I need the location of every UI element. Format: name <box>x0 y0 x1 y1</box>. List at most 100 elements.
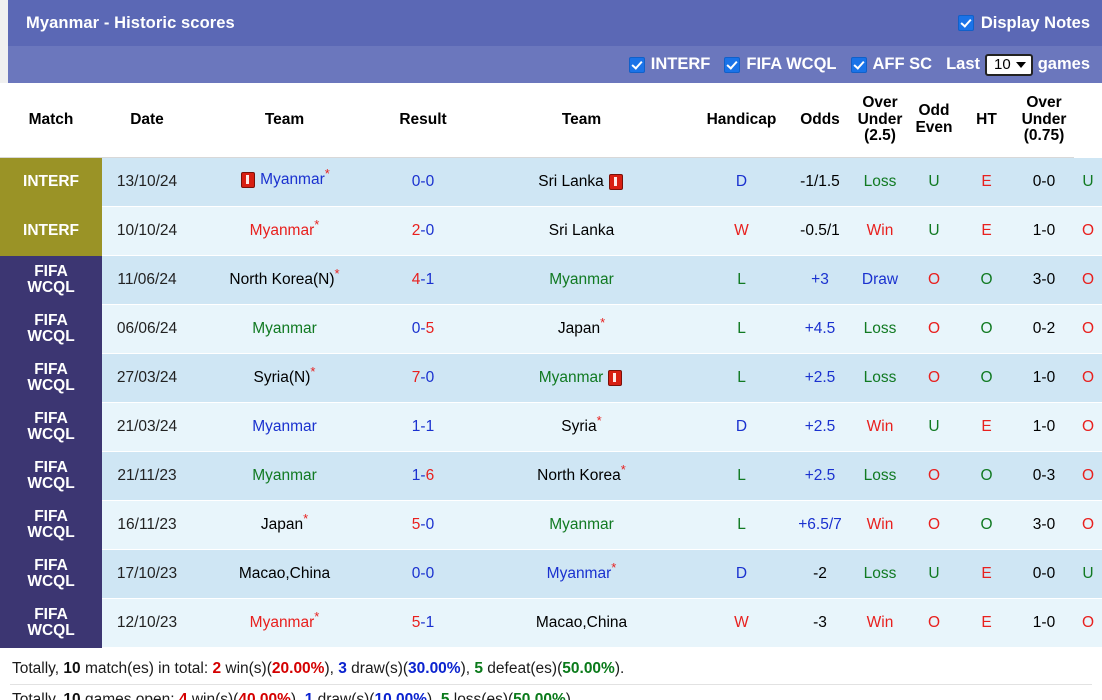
match-date-value: 06/06/24 <box>116 320 178 337</box>
score-away: 0 <box>425 369 435 386</box>
handicap-value: +3 <box>789 255 851 305</box>
home-team-cell[interactable]: Myanmar* <box>192 598 377 648</box>
score-cell[interactable]: 4-1 <box>377 255 469 305</box>
away-team-cell[interactable]: Japan* <box>469 304 694 354</box>
competition-badge-line: FIFA <box>34 262 68 280</box>
competition-badge[interactable]: FIFA WCQL <box>0 598 102 648</box>
away-team-cell[interactable]: Sri Lanka <box>469 206 694 256</box>
odds-result-value: Loss <box>863 467 897 484</box>
table-row[interactable]: INTERF 10/10/24 Myanmar* 2-0 Sri Lanka W -0.5/… <box>0 206 1102 256</box>
asterisk-marker: * <box>620 461 626 477</box>
table-header-row: Match Date Team Result Team Handicap Odd… <box>0 83 1102 158</box>
team-name: Japan* <box>557 314 606 337</box>
over-under-25-value: O <box>927 614 941 631</box>
table-row[interactable]: FIFA WCQL 21/03/24 Myanmar 1-1 Syria* D +2.5 Win… <box>0 402 1102 452</box>
team-name-wrapper: Syria(N)* <box>254 365 316 387</box>
games-count-select[interactable]: 10 <box>985 53 1033 76</box>
table-row[interactable]: FIFA WCQL 21/11/23 Myanmar 1-6 North Korea* L +… <box>0 451 1102 501</box>
filter-aff-sc[interactable]: AFF SC <box>850 55 932 74</box>
competition-badge[interactable]: FIFA WCQL <box>0 353 102 403</box>
away-team-cell[interactable]: Syria* <box>469 402 694 452</box>
odds-result: Win <box>851 598 909 648</box>
competition-badge[interactable]: FIFA WCQL <box>0 402 102 452</box>
match-date: 12/10/23 <box>102 598 192 648</box>
wdl-indicator-value: L <box>737 369 746 386</box>
away-team-cell[interactable]: Myanmar <box>469 500 694 550</box>
score-cell[interactable]: 5-0 <box>377 500 469 550</box>
wdl-indicator: L <box>694 451 789 501</box>
display-notes-toggle[interactable]: Display Notes <box>957 13 1090 33</box>
competition-badge[interactable]: FIFA WCQL <box>0 500 102 550</box>
table-row[interactable]: FIFA WCQL 17/10/23 Macao,China 0-0 Myanmar* D -… <box>0 549 1102 599</box>
table-row[interactable]: FIFA WCQL 27/03/24 Syria(N)* 7-0 Myanmar L +2.5… <box>0 353 1102 403</box>
interf-checkbox[interactable] <box>628 56 645 73</box>
competition-badge-line: FIFA <box>34 360 68 378</box>
table-row[interactable]: INTERF 13/10/24 Myanmar* 0-0 Sri Lanka D -1/1.… <box>0 157 1102 207</box>
over-under-075-value: O <box>1081 320 1095 337</box>
away-team-cell[interactable]: Myanmar <box>469 255 694 305</box>
home-team-cell[interactable]: Macao,China <box>192 549 377 599</box>
match-date: 21/11/23 <box>102 451 192 501</box>
odd-even-value: E <box>981 222 992 239</box>
score-cell[interactable]: 5-1 <box>377 598 469 648</box>
table-row[interactable]: FIFA WCQL 11/06/24 North Korea(N)* 4-1 Myanma… <box>0 255 1102 305</box>
s1-defeat-pct: 50.00% <box>562 660 615 677</box>
s1-t5: draw(s)( <box>346 660 409 677</box>
score-cell[interactable]: 0-0 <box>377 549 469 599</box>
competition-badge[interactable]: INTERF <box>0 157 102 207</box>
score-away: 6 <box>425 467 435 484</box>
table-row[interactable]: FIFA WCQL 16/11/23 Japan* 5-0 Myanmar L +6.5/7 W… <box>0 500 1102 550</box>
table-row[interactable]: FIFA WCQL 12/10/23 Myanmar* 5-1 Macao,China W -… <box>0 598 1102 648</box>
aff-sc-checkbox[interactable] <box>850 56 867 73</box>
competition-badge[interactable]: INTERF <box>0 206 102 256</box>
home-team-cell[interactable]: Syria(N)* <box>192 353 377 403</box>
competition-badge[interactable]: FIFA WCQL <box>0 304 102 354</box>
home-team-cell[interactable]: Myanmar <box>192 402 377 452</box>
team-name: North Korea(N)* <box>229 265 340 288</box>
competition-badge[interactable]: FIFA WCQL <box>0 255 102 305</box>
odds-result-value: Win <box>866 516 894 533</box>
away-team-cell[interactable]: Myanmar* <box>469 549 694 599</box>
display-notes-label: Display Notes <box>980 13 1090 32</box>
s2-t2: games open: <box>80 691 179 700</box>
odds-result-value: Draw <box>861 271 899 288</box>
home-team-cell[interactable]: Myanmar <box>192 451 377 501</box>
away-team-cell[interactable]: Sri Lanka <box>469 157 694 207</box>
over-under-075-value: O <box>1081 614 1095 631</box>
fifa-wcql-checkbox[interactable] <box>724 56 741 73</box>
s1-total: 10 <box>63 660 81 677</box>
over-under-075: O <box>1074 500 1102 550</box>
score-cell[interactable]: 1-6 <box>377 451 469 501</box>
table-row[interactable]: FIFA WCQL 06/06/24 Myanmar 0-5 Japan* L +4.5 Los… <box>0 304 1102 354</box>
home-team-cell[interactable]: Myanmar* <box>192 206 377 256</box>
home-team-cell[interactable]: Myanmar <box>192 304 377 354</box>
team-name: Myanmar <box>252 320 317 337</box>
score-cell[interactable]: 7-0 <box>377 353 469 403</box>
home-team-cell[interactable]: Japan* <box>192 500 377 550</box>
score-cell[interactable]: 0-5 <box>377 304 469 354</box>
odds-result-value: Win <box>866 418 894 435</box>
competition-badge[interactable]: FIFA WCQL <box>0 451 102 501</box>
display-notes-checkbox[interactable] <box>957 15 974 31</box>
over-under-075: O <box>1074 402 1102 452</box>
competition-badge[interactable]: FIFA WCQL <box>0 549 102 599</box>
score-cell[interactable]: 1-1 <box>377 402 469 452</box>
filter-fifa-wcql[interactable]: FIFA WCQL <box>724 55 837 74</box>
odd-even-value: O <box>980 271 993 288</box>
over-under-25-value: O <box>927 320 941 337</box>
score-cell[interactable]: 2-0 <box>377 206 469 256</box>
s2-t6: ), <box>427 691 441 700</box>
over-under-075: U <box>1074 157 1102 207</box>
away-team-cell[interactable]: Myanmar <box>469 353 694 403</box>
half-time-score: 1-0 <box>1014 402 1074 452</box>
away-team-cell[interactable]: North Korea* <box>469 451 694 501</box>
filter-interf[interactable]: INTERF <box>628 55 710 74</box>
home-team-cell[interactable]: North Korea(N)* <box>192 255 377 305</box>
score-cell[interactable]: 0-0 <box>377 157 469 207</box>
away-team-cell[interactable]: Macao,China <box>469 598 694 648</box>
asterisk-marker: * <box>310 363 316 379</box>
home-team-cell[interactable]: Myanmar* <box>192 157 377 207</box>
over-under-25-value: U <box>928 418 940 435</box>
over-under-075-value: O <box>1081 467 1095 484</box>
historic-scores-table: Match Date Team Result Team Handicap Odd… <box>0 83 1102 648</box>
